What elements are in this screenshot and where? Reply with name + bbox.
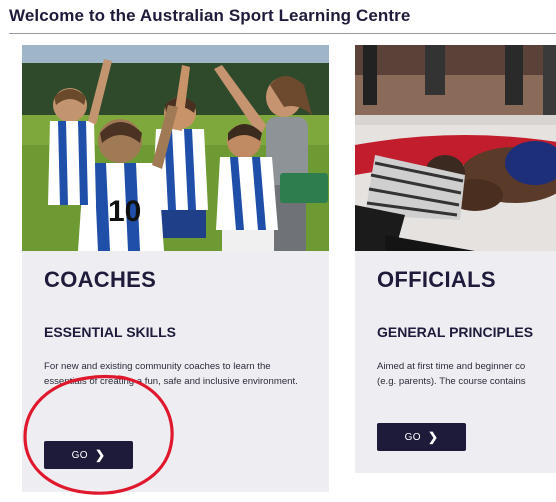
chevron-right-icon: ❯ xyxy=(427,430,439,444)
title-divider xyxy=(9,33,556,34)
coaches-title: COACHES xyxy=(44,267,157,292)
coaches-description: For new and existing community coaches t… xyxy=(44,361,298,387)
page-title: Welcome to the Australian Sport Learning… xyxy=(9,6,411,25)
svg-text:10: 10 xyxy=(108,195,141,228)
chevron-right-icon: ❯ xyxy=(94,448,106,462)
coaches-photo: 10 xyxy=(22,45,329,251)
go-button-label: GO xyxy=(71,449,88,461)
officials-subtitle: GENERAL PRINCIPLES xyxy=(377,324,534,340)
officials-title: OFFICIALS xyxy=(377,267,496,292)
officials-go-button[interactable]: GO ❯ xyxy=(377,423,466,451)
officials-card: OFFICIALS GENERAL PRINCIPLES Aimed at fi… xyxy=(355,45,556,473)
officials-description-line-1: Aimed at first time and beginner co xyxy=(377,361,526,372)
officials-description-line-2: (e.g. parents). The course contains xyxy=(377,376,526,387)
coaches-card: 10 COACHES ESSENTIAL SKILLS For new and … xyxy=(22,45,329,492)
coaches-go-button[interactable]: GO ❯ xyxy=(44,441,133,469)
officials-description: Aimed at first time and beginner co (e.g… xyxy=(377,359,556,389)
coaches-subtitle: ESSENTIAL SKILLS xyxy=(44,324,176,340)
go-button-label: GO xyxy=(404,431,421,443)
officials-photo xyxy=(355,45,556,251)
